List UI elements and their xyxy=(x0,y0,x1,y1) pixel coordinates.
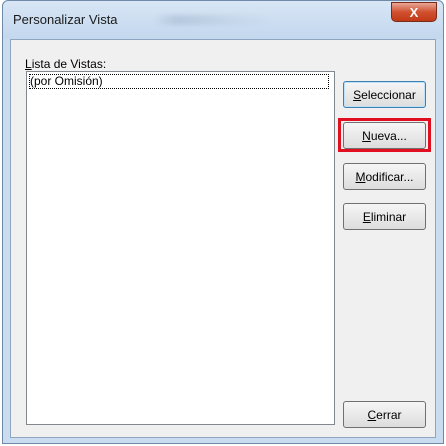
delete-button[interactable]: Eliminar xyxy=(343,203,426,230)
list-item-default-view[interactable]: (por Omisión) xyxy=(29,74,329,89)
modify-button[interactable]: Modificar... xyxy=(343,163,426,190)
close-icon: X xyxy=(409,4,419,20)
window-title: Personalizar Vista xyxy=(13,12,118,27)
blurred-title-region xyxy=(153,15,273,25)
close-window-button[interactable]: X xyxy=(391,2,437,22)
close-button[interactable]: Cerrar xyxy=(343,401,426,428)
views-list-label: Lista de Vistas: xyxy=(25,57,107,71)
new-button-highlight xyxy=(338,118,431,152)
views-listbox[interactable]: (por Omisión) xyxy=(26,71,335,425)
title-bar[interactable]: Personalizar Vista X xyxy=(3,1,443,39)
select-button[interactable]: Seleccionar xyxy=(343,81,426,108)
